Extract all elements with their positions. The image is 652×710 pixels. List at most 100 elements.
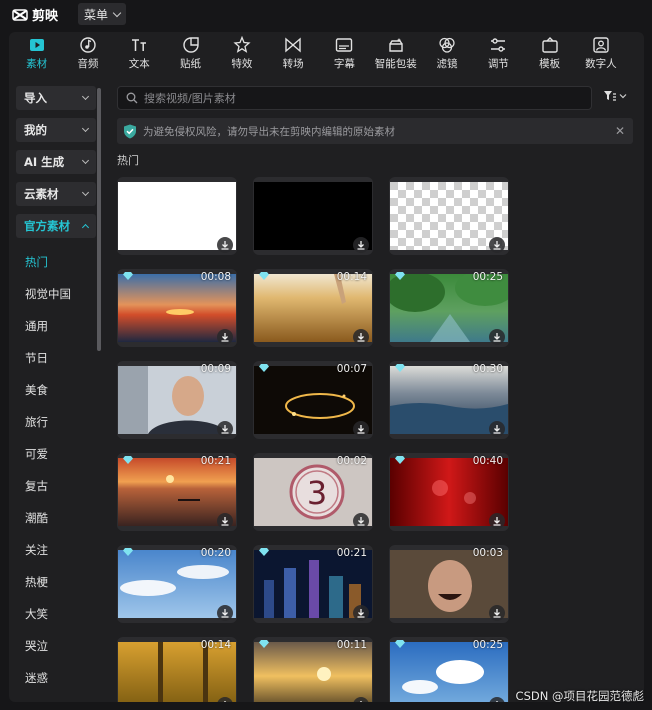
duration-label: 00:30 (472, 363, 503, 375)
media-tile[interactable]: 00:25 (389, 269, 509, 347)
tab-text[interactable]: 文本 (114, 32, 165, 72)
subtitle-icon (336, 38, 353, 52)
download-icon[interactable] (217, 329, 233, 345)
sidebar-item[interactable]: 热梗 (16, 566, 96, 598)
sidebar-group-button[interactable]: AI 生成 (16, 150, 96, 174)
download-icon[interactable] (489, 329, 505, 345)
download-icon[interactable] (353, 605, 369, 621)
filter-icon (604, 91, 616, 101)
download-icon[interactable] (353, 513, 369, 529)
tab-smart-pack[interactable]: 智能包装 (370, 32, 421, 72)
sidebar-scrollbar[interactable] (97, 88, 101, 351)
media-tile[interactable]: 00:14 (253, 269, 373, 347)
media-tile[interactable]: 00:30 (389, 361, 509, 439)
tab-label: 文本 (128, 58, 150, 70)
media-tile[interactable]: 00:20 (117, 545, 237, 623)
effects-icon (233, 36, 251, 53)
smart-pack-icon (389, 38, 403, 52)
sidebar-group-button[interactable]: 导入 (16, 86, 96, 110)
close-icon[interactable]: ✕ (615, 124, 625, 138)
download-icon[interactable] (489, 237, 505, 253)
svg-text:3: 3 (307, 474, 327, 512)
download-icon[interactable] (353, 329, 369, 345)
menu-button[interactable]: 菜单 (78, 3, 127, 25)
sidebar-item[interactable]: 通用 (16, 310, 96, 342)
search-input[interactable] (144, 91, 564, 105)
sidebar-item[interactable]: 旅行 (16, 406, 96, 438)
download-icon[interactable] (217, 237, 233, 253)
tab-filter[interactable]: 滤镜 (421, 32, 472, 72)
download-icon[interactable] (353, 237, 369, 253)
download-icon[interactable] (217, 513, 233, 529)
sidebar-item[interactable]: 潮酷 (16, 502, 96, 534)
media-tile[interactable]: 00:07 (253, 361, 373, 439)
media-tile[interactable]: 3 00:02 (253, 453, 373, 531)
sticker-icon (182, 37, 199, 53)
tab-label: 模板 (539, 58, 561, 70)
sidebar-item[interactable]: 热门 (16, 246, 96, 278)
tab-audio[interactable]: 音频 (62, 32, 113, 72)
app-name: 剪映 (32, 9, 59, 24)
chevron-icon (81, 156, 90, 165)
media-tile[interactable]: 00:03 (389, 545, 509, 623)
sidebar-group-label: 云素材 (24, 187, 59, 201)
tab-label: 调节 (487, 58, 509, 70)
sidebar-item[interactable]: 迷惑 (16, 662, 96, 694)
sidebar-item[interactable]: 可爱 (16, 438, 96, 470)
duration-label: 00:40 (472, 455, 503, 467)
tab-sticker[interactable]: 贴纸 (165, 32, 216, 72)
media-tile[interactable]: 00:40 (389, 453, 509, 531)
tab-digital-human[interactable]: 数字人 (575, 32, 626, 72)
sidebar-group-button[interactable]: 云素材 (16, 182, 96, 206)
media-tile[interactable] (117, 177, 237, 255)
media-tile[interactable] (389, 177, 509, 255)
download-icon[interactable] (489, 421, 505, 437)
media-tile[interactable]: 00:21 (117, 453, 237, 531)
chevron-down-icon (112, 8, 122, 17)
sidebar-item[interactable]: 大笑 (16, 598, 96, 630)
media-tile[interactable]: 00:11 (253, 637, 373, 702)
download-icon[interactable] (217, 605, 233, 621)
sidebar-group-label: 导入 (24, 91, 47, 105)
copyright-notice: 为避免侵权风险，请勿导出未在剪映内编辑的原始素材 ✕ (117, 118, 633, 144)
diamond-icon (259, 548, 269, 556)
sidebar-item[interactable]: 节日 (16, 342, 96, 374)
media-tile[interactable]: 00:14 (117, 637, 237, 702)
tab-subtitle[interactable]: 字幕 (319, 32, 370, 72)
app-logo: 剪映 (12, 5, 58, 24)
filter-button[interactable] (603, 90, 627, 102)
sidebar-item[interactable]: 美食 (16, 374, 96, 406)
search-box[interactable] (117, 86, 592, 110)
tab-media[interactable]: 素材 (11, 32, 62, 72)
media-tile[interactable]: 00:09 (117, 361, 237, 439)
sidebar-group-button[interactable]: 官方素材 (16, 214, 96, 238)
sidebar-item[interactable]: 哭泣 (16, 630, 96, 662)
download-icon[interactable] (217, 421, 233, 437)
sidebar-item[interactable]: 视觉中国 (16, 278, 96, 310)
download-icon[interactable] (489, 605, 505, 621)
download-icon[interactable] (489, 513, 505, 529)
main-toolbar: 素材 音频 文本 贴纸 特效 转场 字幕 智能包装 滤镜 调节 模板 数字人 (9, 32, 644, 72)
media-tile[interactable] (253, 177, 373, 255)
media-tile[interactable]: 00:25 (389, 637, 509, 702)
sidebar-group-button[interactable]: 我的 (16, 118, 96, 142)
tab-adjust[interactable]: 调节 (473, 32, 524, 72)
tab-transition[interactable]: 转场 (267, 32, 318, 72)
tab-label: 转场 (282, 58, 304, 70)
menu-label: 菜单 (84, 7, 109, 22)
chevron-icon (81, 92, 90, 101)
media-thumbnail (254, 642, 372, 702)
media-tile[interactable]: 00:08 (117, 269, 237, 347)
diamond-icon (123, 548, 133, 556)
media-tile[interactable]: 00:21 (253, 545, 373, 623)
duration-label: 00:03 (472, 547, 503, 559)
chevron-icon (81, 223, 90, 232)
tab-template[interactable]: 模板 (524, 32, 575, 72)
tab-label: 滤镜 (436, 58, 458, 70)
download-icon[interactable] (353, 421, 369, 437)
tab-effects[interactable]: 特效 (216, 32, 267, 72)
shield-check-icon (124, 124, 136, 138)
sidebar-item[interactable]: 关注 (16, 534, 96, 566)
media-thumbnail (390, 642, 508, 702)
sidebar-item[interactable]: 复古 (16, 470, 96, 502)
